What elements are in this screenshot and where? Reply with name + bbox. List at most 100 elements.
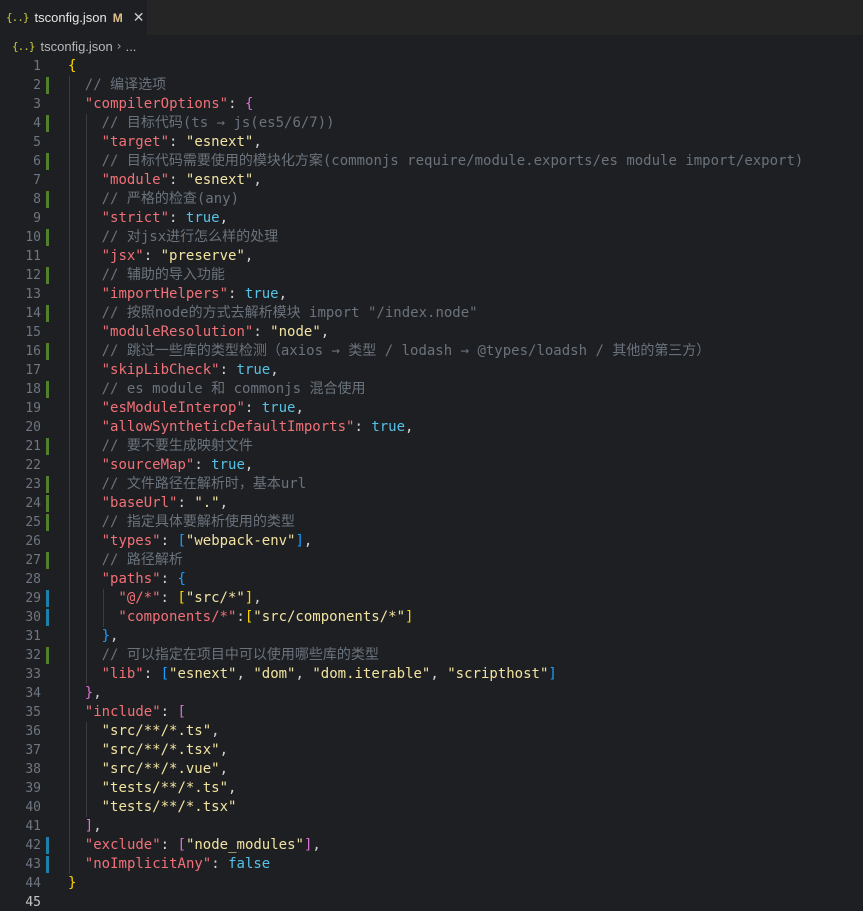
code-token: "jsx" bbox=[101, 248, 144, 264]
git-modified-marker[interactable] bbox=[46, 438, 49, 455]
code-line[interactable]: 34}, bbox=[0, 684, 863, 703]
code-token: } bbox=[101, 628, 111, 644]
code-line[interactable]: 19 "esModuleInterop": true, bbox=[0, 399, 863, 418]
code-line[interactable]: 15 "moduleResolution": "node", bbox=[0, 323, 863, 342]
git-modified-marker[interactable] bbox=[46, 305, 49, 322]
git-modified-marker[interactable] bbox=[46, 343, 49, 360]
code-line[interactable]: 2 // 编译选项 bbox=[0, 76, 863, 95]
code-line[interactable]: 40 "tests/**/*.tsx" bbox=[0, 798, 863, 817]
code-token: // 按照node的方式去解析模块 import "/index.node" bbox=[101, 305, 478, 321]
git-modified-marker[interactable] bbox=[46, 476, 49, 493]
code-line[interactable]: 17 "skipLibCheck": true, bbox=[0, 361, 863, 380]
indent-guide bbox=[85, 361, 87, 380]
git-modified-marker[interactable] bbox=[46, 191, 49, 208]
code-line[interactable]: 22 "sourceMap": true, bbox=[0, 456, 863, 475]
code-line[interactable]: 28 "paths": { bbox=[0, 570, 863, 589]
code-token: "scripthost" bbox=[447, 666, 549, 682]
code-line[interactable]: 36 "src/**/*.ts", bbox=[0, 722, 863, 741]
code-token: false bbox=[228, 856, 271, 872]
indent-guide bbox=[69, 646, 70, 665]
code-line[interactable]: 20 "allowSyntheticDefaultImports": true, bbox=[0, 418, 863, 437]
code-line[interactable]: 18 // es module 和 commonjs 混合使用 bbox=[0, 380, 863, 399]
code-line[interactable]: 32 // 可以指定在项目中可以使用哪些库的类型 bbox=[0, 646, 863, 665]
indent-guide bbox=[69, 836, 70, 855]
code-text: "paths": { bbox=[102, 570, 186, 589]
code-line[interactable]: 44} bbox=[0, 874, 863, 893]
git-modified-marker[interactable] bbox=[46, 552, 49, 569]
code-token: : bbox=[244, 400, 262, 416]
code-token: : bbox=[211, 856, 229, 872]
indent-guide bbox=[69, 779, 70, 798]
indent-guide bbox=[85, 114, 87, 133]
git-added-marker[interactable] bbox=[46, 837, 49, 854]
code-text: }, bbox=[85, 684, 102, 703]
code-line[interactable]: 24 "baseUrl": ".", bbox=[0, 494, 863, 513]
code-text: "allowSyntheticDefaultImports": true, bbox=[102, 418, 414, 437]
breadcrumb-file[interactable]: tsconfig.json bbox=[41, 39, 113, 54]
code-token: , bbox=[110, 628, 119, 644]
code-line[interactable]: 39 "tests/**/*.ts", bbox=[0, 779, 863, 798]
code-line[interactable]: 27 // 路径解析 bbox=[0, 551, 863, 570]
git-added-marker[interactable] bbox=[46, 609, 49, 626]
code-line[interactable]: 21 // 要不要生成映射文件 bbox=[0, 437, 863, 456]
git-modified-marker[interactable] bbox=[46, 115, 49, 132]
indent-guide bbox=[69, 855, 70, 874]
line-number: 35 bbox=[25, 705, 41, 720]
git-modified-marker[interactable] bbox=[46, 514, 49, 531]
git-modified-marker[interactable] bbox=[46, 77, 49, 94]
code-line[interactable]: 42 "exclude": ["node_modules"], bbox=[0, 836, 863, 855]
git-modified-marker[interactable] bbox=[46, 495, 49, 512]
code-line[interactable]: 11 "jsx": "preserve", bbox=[0, 247, 863, 266]
code-token: , bbox=[236, 666, 254, 682]
code-line[interactable]: 37 "src/**/*.tsx", bbox=[0, 741, 863, 760]
git-modified-marker[interactable] bbox=[46, 229, 49, 246]
code-line[interactable]: 16 // 跳过一些库的类型检测（axios → 类型 / lodash → @t… bbox=[0, 342, 863, 361]
code-line[interactable]: 25 // 指定具体要解析使用的类型 bbox=[0, 513, 863, 532]
code-line[interactable]: 7 "module": "esnext", bbox=[0, 171, 863, 190]
code-line[interactable]: 3 "compilerOptions": { bbox=[0, 95, 863, 114]
indent-guide bbox=[69, 551, 70, 570]
code-line[interactable]: 6 // 目标代码需要使用的模块化方案(commonjs require/modu… bbox=[0, 152, 863, 171]
code-line[interactable]: 1{ bbox=[0, 57, 863, 76]
code-line[interactable]: 38 "src/**/*.vue", bbox=[0, 760, 863, 779]
code-token: "esModuleInterop" bbox=[101, 400, 245, 416]
breadcrumb-symbol[interactable]: ... bbox=[126, 39, 137, 54]
code-line[interactable]: 23 // 文件路径在解析时，基本url bbox=[0, 475, 863, 494]
indent-guide bbox=[69, 266, 70, 285]
code-line[interactable]: 10 // 对jsx进行怎么样的处理 bbox=[0, 228, 863, 247]
code-line[interactable]: 29 "@/*": ["src/*"], bbox=[0, 589, 863, 608]
indent-guide bbox=[85, 665, 87, 684]
code-line[interactable]: 26 "types": ["webpack-env"], bbox=[0, 532, 863, 551]
code-line[interactable]: 31}, bbox=[0, 627, 863, 646]
code-line[interactable]: 13 "importHelpers": true, bbox=[0, 285, 863, 304]
code-token: : bbox=[177, 495, 195, 511]
code-line[interactable]: 8 // 严格的检查(any) bbox=[0, 190, 863, 209]
git-modified-marker[interactable] bbox=[46, 647, 49, 664]
code-line[interactable]: 43 "noImplicitAny": false bbox=[0, 855, 863, 874]
code-line[interactable]: 5 "target": "esnext", bbox=[0, 133, 863, 152]
code-line[interactable]: 12 // 辅助的导入功能 bbox=[0, 266, 863, 285]
git-modified-marker[interactable] bbox=[46, 381, 49, 398]
indent-guide bbox=[69, 323, 70, 342]
code-text: }, bbox=[102, 627, 119, 646]
code-line[interactable]: 4 // 目标代码(ts → js(es5/6/7)) bbox=[0, 114, 863, 133]
code-token: , bbox=[93, 685, 102, 701]
code-line[interactable]: 41], bbox=[0, 817, 863, 836]
code-line[interactable]: 35 "include": [ bbox=[0, 703, 863, 722]
close-icon[interactable]: ✕ bbox=[133, 10, 145, 26]
code-editor[interactable]: 1{2// 编译选项 3 "compilerOptions": {4// 目标代码(… bbox=[0, 57, 863, 911]
code-line[interactable]: 45 bbox=[0, 893, 863, 911]
indent-guide bbox=[69, 608, 70, 627]
git-added-marker[interactable] bbox=[46, 590, 49, 607]
code-line[interactable]: 14 // 按照node的方式去解析模块 import "/index.node" bbox=[0, 304, 863, 323]
code-line[interactable]: 9 "strict": true, bbox=[0, 209, 863, 228]
git-added-marker[interactable] bbox=[46, 856, 49, 873]
code-token: "esnext" bbox=[185, 134, 254, 150]
tab-tsconfig[interactable]: {..} tsconfig.json M ✕ bbox=[0, 0, 147, 35]
code-line[interactable]: 33 "lib": ["esnext", "dom", "dom.iterable… bbox=[0, 665, 863, 684]
code-token: "src/*" bbox=[185, 590, 245, 606]
code-token: { bbox=[177, 571, 186, 587]
git-modified-marker[interactable] bbox=[46, 153, 49, 170]
git-modified-marker[interactable] bbox=[46, 267, 49, 284]
code-line[interactable]: 30 "components/*":["src/components/*"] bbox=[0, 608, 863, 627]
